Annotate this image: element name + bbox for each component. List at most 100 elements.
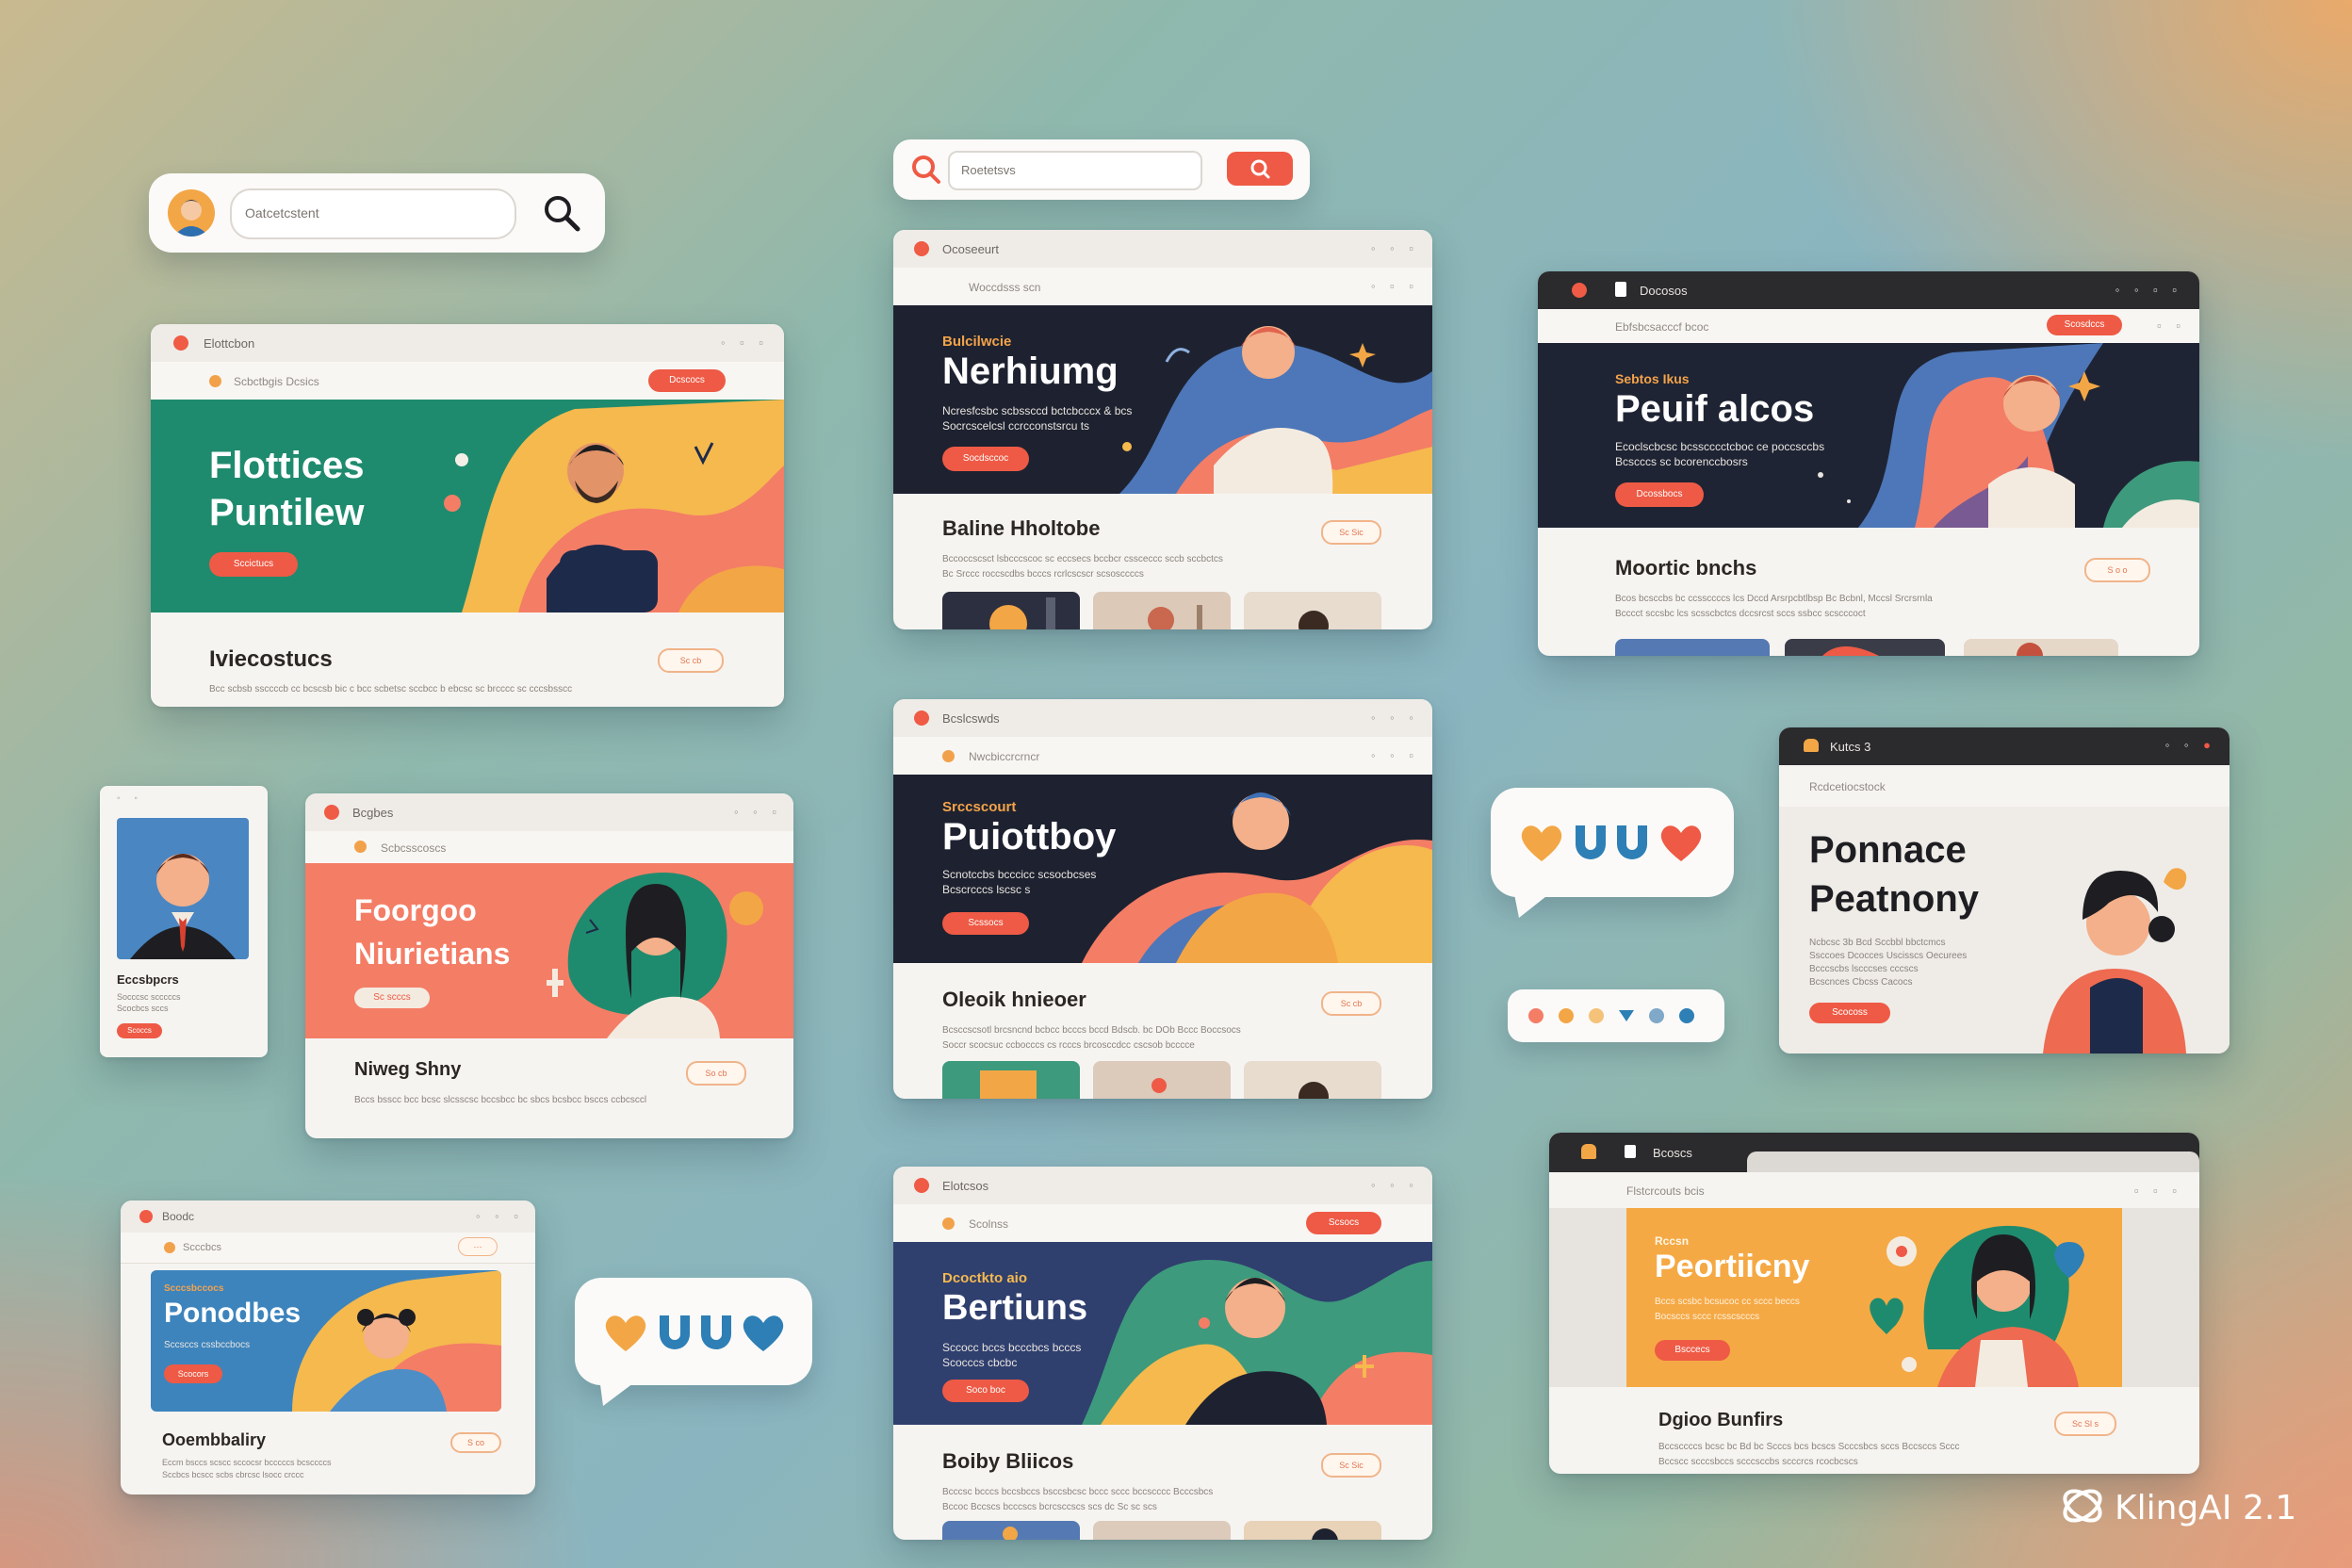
hero-title: Nerhiumg bbox=[942, 351, 1119, 392]
window-title: Docosos bbox=[1640, 284, 1688, 298]
window-dot[interactable] bbox=[914, 710, 929, 726]
window-controls[interactable]: ◦ ◦ ◦ bbox=[1371, 1178, 1419, 1192]
search-submit-button[interactable] bbox=[1227, 152, 1293, 186]
hero-cta-button[interactable]: Sc scccs bbox=[354, 988, 430, 1008]
thumbnail[interactable] bbox=[1964, 639, 2118, 656]
section-title: Niweg Shny bbox=[354, 1059, 462, 1080]
address-action-button[interactable]: Scsocs bbox=[1306, 1212, 1381, 1234]
search-icon[interactable] bbox=[541, 192, 582, 234]
window-dot[interactable] bbox=[914, 1178, 929, 1193]
thumbnail-image bbox=[980, 1070, 1037, 1099]
search-input[interactable]: Oatcetcstent bbox=[230, 188, 516, 239]
address-action-button[interactable]: Scosdccs bbox=[2047, 315, 2122, 335]
dot-3[interactable] bbox=[1589, 1008, 1604, 1023]
hero-cta-button[interactable]: Dcossbocs bbox=[1615, 482, 1704, 507]
thumbnail[interactable] bbox=[1093, 592, 1231, 629]
window-dot[interactable] bbox=[173, 335, 188, 351]
hero-cta-button[interactable]: Socdsccoc bbox=[942, 447, 1029, 471]
thumbnail[interactable] bbox=[942, 592, 1080, 629]
dot-1[interactable] bbox=[1528, 1008, 1544, 1023]
section-body-line-1: Bccsccccs bcsc bc Bd bc Scccs bcs bcscs … bbox=[1658, 1442, 1960, 1452]
window-title: Elottcbon bbox=[204, 336, 255, 351]
thumbnail[interactable] bbox=[1244, 592, 1381, 629]
dot-4[interactable] bbox=[1619, 1010, 1634, 1021]
hero-banner: Sebtos Ikus Peuif alcos Ecoclscbcsc bcss… bbox=[1538, 343, 2199, 528]
hero-cta-button[interactable]: Soco boc bbox=[942, 1380, 1029, 1402]
tab-active[interactable]: Bcoscs bbox=[1549, 1133, 1747, 1172]
home-icon[interactable] bbox=[1804, 739, 1819, 752]
reaction-bubble[interactable] bbox=[575, 1278, 812, 1406]
search-input[interactable]: Roetetsvs bbox=[948, 151, 1202, 190]
window-dot[interactable] bbox=[914, 241, 929, 256]
thumbnail[interactable] bbox=[1244, 1521, 1381, 1540]
window-title: Kutcs 3 bbox=[1830, 740, 1871, 754]
hero-cta-button[interactable]: Bsccecs bbox=[1655, 1340, 1730, 1361]
thumbnail-image bbox=[989, 597, 1055, 629]
window-controls[interactable]: ◦ ▫ ▫ bbox=[721, 335, 769, 350]
thumbnail[interactable] bbox=[1244, 1061, 1381, 1099]
window-title: Ocoseeurt bbox=[942, 242, 999, 256]
section-tag[interactable]: S co bbox=[450, 1432, 501, 1453]
card-controls[interactable]: ◦ ◦ bbox=[117, 793, 143, 804]
address-tag[interactable]: ⋯ bbox=[458, 1237, 498, 1256]
site-icon bbox=[354, 841, 367, 853]
profile-action-button[interactable]: Scoccs bbox=[117, 1023, 162, 1038]
window-controls[interactable]: ◦ ◦ ▫ bbox=[1371, 241, 1419, 255]
site-icon bbox=[942, 1217, 955, 1230]
dot-5[interactable] bbox=[1649, 1008, 1664, 1023]
hero-subtitle-line-2: Ssccoes Dcocces Uscisscs Oecurees bbox=[1809, 951, 1968, 961]
hero-cta-button[interactable]: Sccictucs bbox=[209, 552, 298, 577]
window-controls[interactable]: ◦ ◦ ▫ bbox=[734, 805, 782, 819]
hero-banner-frame: Rccsn Peortiicny Bccs scsbc bcsucoc cc s… bbox=[1549, 1208, 2199, 1387]
hero-cta-button[interactable]: Scocoss bbox=[1809, 1003, 1890, 1023]
heart-icon bbox=[1521, 825, 1562, 861]
window-dot[interactable] bbox=[324, 805, 339, 820]
browser-card-peortiicny: Bcoscs Flstcrcouts bcis ▫ ▫ ▫ Rccsn Peor… bbox=[1549, 1133, 2199, 1474]
section-tag[interactable]: Sc cb bbox=[1321, 991, 1381, 1016]
section-tag[interactable]: Sc cb bbox=[658, 648, 724, 673]
window-controls[interactable]: ◦ ◦ ▫ bbox=[476, 1209, 524, 1223]
hero-cta-button[interactable]: Scocors bbox=[164, 1364, 222, 1383]
section-tag[interactable]: S o o bbox=[2084, 558, 2150, 582]
search-input-value: Oatcetcstent bbox=[245, 205, 319, 220]
thumbnail[interactable] bbox=[942, 1521, 1080, 1540]
tab-inactive[interactable] bbox=[1747, 1152, 2199, 1172]
section-tag[interactable]: Sc Sic bbox=[1321, 1453, 1381, 1478]
hero-kicker: Scccsbccocs bbox=[164, 1283, 224, 1294]
tab-bar-fill bbox=[1747, 1133, 2199, 1172]
hero-cta-button[interactable]: Scssocs bbox=[942, 912, 1029, 935]
window-controls[interactable]: ◦ ◦ ● bbox=[2165, 738, 2216, 752]
heart-icon bbox=[605, 1315, 646, 1351]
thumbnail[interactable] bbox=[942, 1061, 1080, 1099]
section-title: Dgioo Bunfirs bbox=[1658, 1410, 1784, 1430]
address-action-button[interactable]: Dcscocs bbox=[648, 369, 726, 392]
address-icons[interactable]: ◦ ▫ ▫ bbox=[1371, 279, 1419, 293]
hero-banner: Bulcilwcie Nerhiumg Ncresfcsbc scbssccd … bbox=[893, 305, 1432, 494]
section-body-line-2: Bcccct sccsbc lcs scsscbctcs dccsrcst sc… bbox=[1615, 609, 1866, 619]
section-tag[interactable]: Sc Sl s bbox=[2054, 1412, 2116, 1436]
avatar[interactable] bbox=[168, 189, 215, 237]
browser-card-bertiuns: Elotcsos ◦ ◦ ◦ Scolnss Scsocs Dcoctkto a… bbox=[893, 1167, 1432, 1540]
thumbnail[interactable] bbox=[1093, 1521, 1231, 1540]
section-tag[interactable]: So cb bbox=[686, 1061, 746, 1086]
thumbnail[interactable] bbox=[1615, 639, 1770, 656]
search-icon bbox=[912, 155, 940, 184]
window-controls[interactable]: ◦ ◦ ▫ ▫ bbox=[2115, 283, 2182, 297]
thumbnail[interactable] bbox=[1093, 1061, 1231, 1099]
search-bar-avatar: Oatcetcstent bbox=[149, 173, 605, 253]
hero-banner: Ponnace Peatnony Ncbcsc 3b Bcd Sccbbl bb… bbox=[1779, 807, 2230, 1054]
window-controls[interactable]: ◦ ◦ ◦ bbox=[1371, 710, 1419, 725]
dot-6[interactable] bbox=[1679, 1008, 1694, 1023]
hero-banner: Scccsbccocs Ponodbes Sccsccs cssbccbocs … bbox=[151, 1270, 501, 1412]
address-icons[interactable]: ▫ ▫ ▫ bbox=[2134, 1184, 2182, 1198]
thumbnail-image bbox=[1003, 1527, 1018, 1540]
window-dot[interactable] bbox=[139, 1210, 153, 1223]
address-icons[interactable]: ◦ ◦ ▫ bbox=[1371, 748, 1419, 762]
window-dot[interactable] bbox=[1572, 283, 1587, 298]
reaction-bubble[interactable] bbox=[1491, 788, 1734, 918]
thumbnail[interactable] bbox=[1785, 639, 1945, 656]
dot-2[interactable] bbox=[1559, 1008, 1574, 1023]
hero-subtitle-line-3: Bcccscbs lscccses cccscs bbox=[1809, 964, 1919, 974]
address-icons[interactable]: ▫ ▫ bbox=[2157, 318, 2186, 333]
section-tag[interactable]: Sc Sic bbox=[1321, 520, 1381, 545]
